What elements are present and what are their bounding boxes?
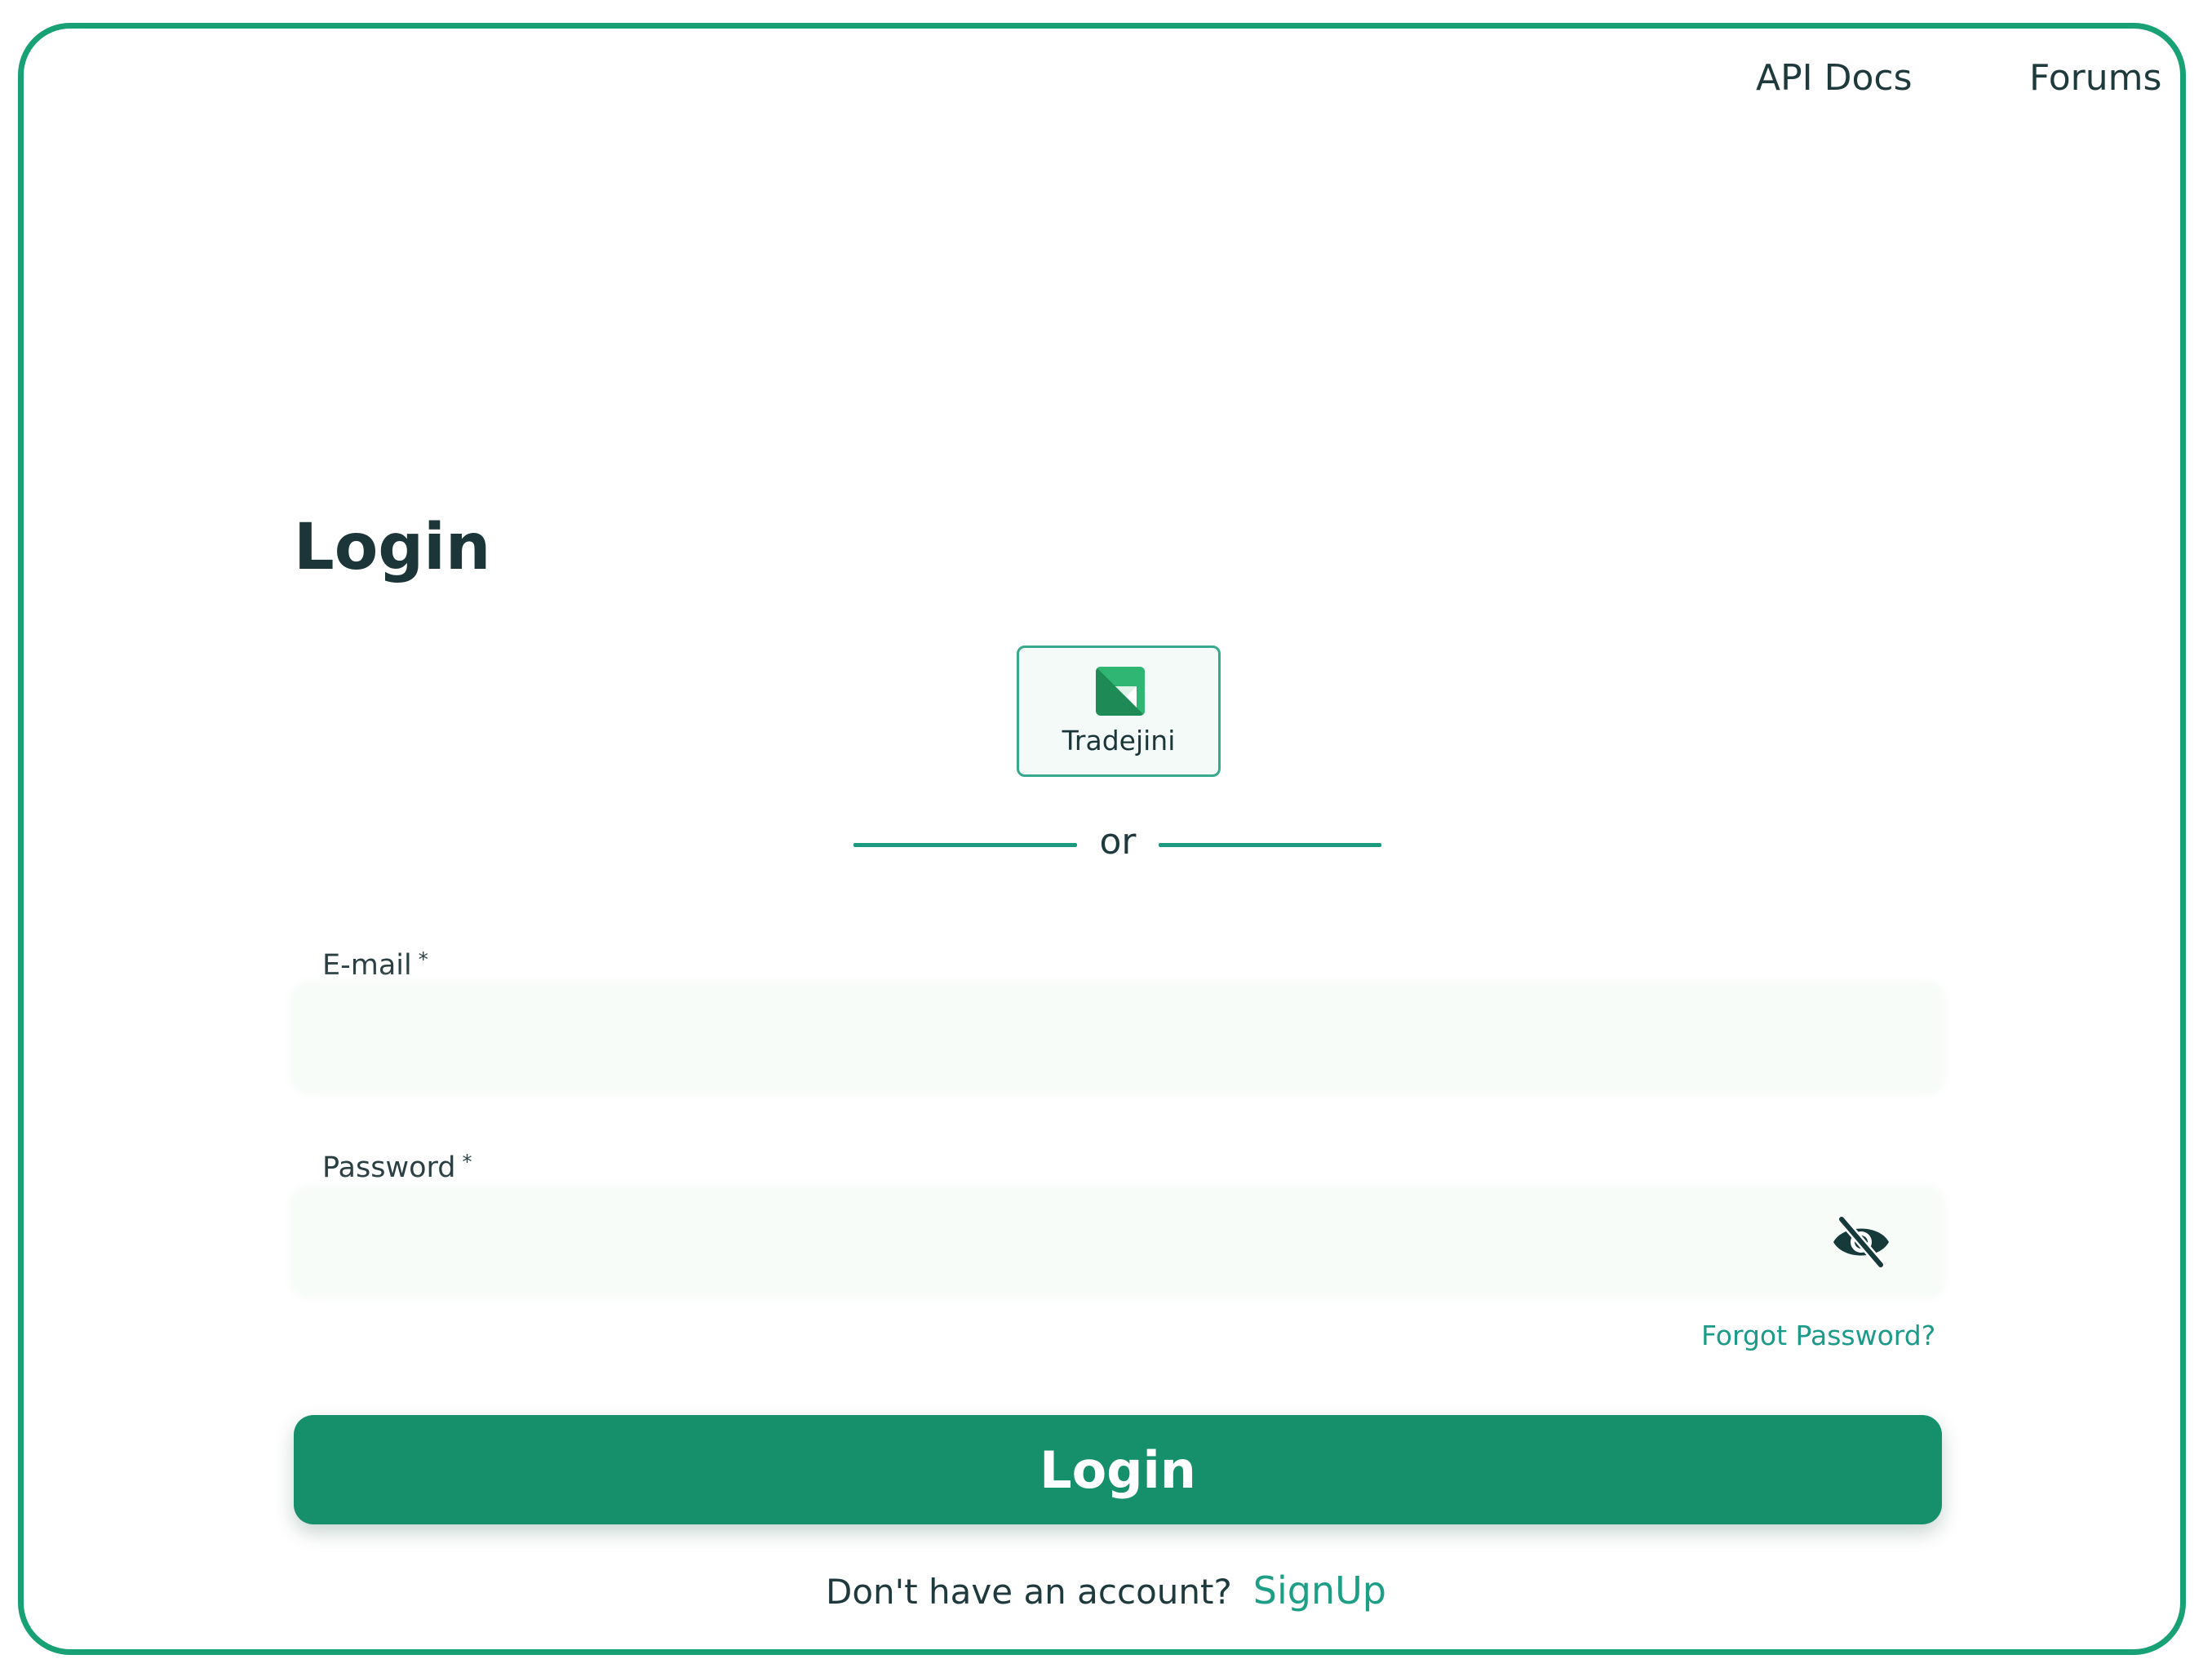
login-submit-button[interactable]: Login	[294, 1415, 1942, 1524]
password-input[interactable]	[294, 1189, 1942, 1295]
email-label: E-mail *	[322, 948, 428, 982]
signup-link[interactable]: SignUp	[1253, 1568, 1386, 1613]
password-label: Password *	[322, 1151, 472, 1184]
password-required-mark: *	[462, 1151, 472, 1173]
tradejini-label: Tradejini	[1062, 725, 1176, 756]
email-required-mark: *	[418, 948, 428, 971]
nav-api-docs-link[interactable]: API Docs	[1756, 57, 1913, 99]
tradejini-login-button[interactable]: Tradejini	[1017, 646, 1221, 777]
password-label-text: Password	[322, 1151, 456, 1184]
email-input[interactable]	[294, 985, 1942, 1091]
divider-line-left	[853, 843, 1077, 847]
forgot-password-link[interactable]: Forgot Password?	[1701, 1320, 1935, 1351]
nav-forums-link[interactable]: Forums	[2029, 57, 2161, 99]
signup-row: Don't have an account? SignUp	[0, 1568, 2212, 1613]
eye-slash-icon[interactable]	[1830, 1214, 1892, 1270]
divider-or-text: or	[1099, 821, 1137, 863]
signup-prompt-text: Don't have an account?	[826, 1572, 1232, 1612]
tradejini-logo-icon	[1096, 667, 1145, 716]
email-label-text: E-mail	[322, 949, 412, 982]
divider-line-right	[1159, 843, 1381, 847]
page-title: Login	[294, 511, 491, 584]
